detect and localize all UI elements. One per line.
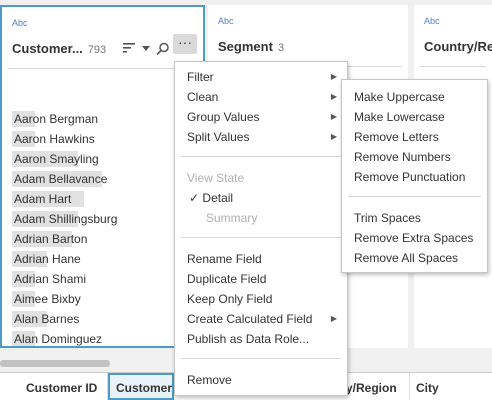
menu-item-label: Create Calculated Field bbox=[187, 312, 313, 326]
submenu-item-remove-extra-spaces[interactable]: Remove Extra Spaces bbox=[354, 231, 473, 245]
menu-divider bbox=[181, 237, 341, 238]
value-label: Adrian Hane bbox=[14, 252, 81, 266]
string-type-icon: Abc bbox=[424, 16, 440, 26]
menu-item-remove[interactable]: Remove bbox=[187, 373, 232, 387]
menu-item-label: Group Values bbox=[187, 110, 260, 124]
value-label: Aaron Hawkins bbox=[14, 132, 95, 146]
field-context-menu: Filter ▶ Clean ▶ Group Values ▶ Split Va… bbox=[174, 61, 348, 396]
submenu-item-make-lowercase[interactable]: Make Lowercase bbox=[354, 110, 445, 124]
submenu-arrow-icon: ▶ bbox=[330, 132, 337, 141]
menu-item-summary[interactable]: Summary bbox=[206, 211, 257, 225]
menu-item-duplicate-field[interactable]: Duplicate Field bbox=[187, 272, 266, 286]
string-type-icon: Abc bbox=[218, 16, 234, 26]
menu-item-label: Filter bbox=[187, 70, 214, 84]
submenu-item-remove-all-spaces[interactable]: Remove All Spaces bbox=[354, 251, 458, 265]
value-label: Adam Shillingsburg bbox=[14, 212, 118, 226]
submenu-item-remove-letters[interactable]: Remove Letters bbox=[354, 130, 439, 144]
field-title: Country/Regi bbox=[424, 39, 492, 54]
menu-divider bbox=[181, 358, 341, 359]
search-icon[interactable] bbox=[156, 42, 170, 56]
menu-item-rename-field[interactable]: Rename Field bbox=[187, 252, 262, 266]
card-divider bbox=[8, 68, 197, 69]
value-label: Alan Barnes bbox=[14, 312, 80, 326]
value-label: Aaron Bergman bbox=[14, 112, 99, 126]
sort-icon[interactable] bbox=[123, 42, 137, 54]
horizontal-scrollbar[interactable] bbox=[0, 360, 110, 367]
submenu-arrow-icon: ▶ bbox=[330, 112, 337, 121]
value-row[interactable]: Adrian Hane bbox=[12, 249, 117, 269]
string-type-icon: Abc bbox=[12, 18, 28, 28]
value-row[interactable]: Alan Dominguez bbox=[12, 329, 117, 346]
menu-item-group-values[interactable]: Group Values bbox=[187, 110, 260, 124]
value-list[interactable]: Aaron Bergman Aaron Hawkins Aaron Smayli… bbox=[12, 109, 117, 346]
value-row[interactable]: Aaron Hawkins bbox=[12, 129, 117, 149]
value-label: Aimee Bixby bbox=[14, 292, 81, 306]
submenu-item-remove-numbers[interactable]: Remove Numbers bbox=[354, 150, 451, 164]
value-row[interactable]: Adam Shillingsburg bbox=[12, 209, 117, 229]
menu-item-filter[interactable]: Filter bbox=[187, 70, 214, 84]
menu-item-keep-only-field[interactable]: Keep Only Field bbox=[187, 292, 272, 306]
chevron-down-icon[interactable] bbox=[142, 46, 150, 52]
menu-divider bbox=[348, 196, 481, 197]
menu-divider bbox=[181, 156, 341, 157]
field-count: 3 bbox=[277, 42, 285, 54]
submenu-arrow-icon: ▶ bbox=[330, 314, 337, 323]
menu-item-split-values[interactable]: Split Values bbox=[187, 130, 249, 144]
field-name: Country/Regi bbox=[424, 39, 492, 54]
field-title: Customer... 793 bbox=[12, 41, 106, 56]
column-header-country-region[interactable]: y/Region bbox=[340, 373, 410, 400]
value-row[interactable]: Adam Bellavance bbox=[12, 169, 117, 189]
menu-item-clean[interactable]: Clean bbox=[187, 90, 218, 104]
menu-item-publish-data-role[interactable]: Publish as Data Role... bbox=[187, 332, 309, 346]
value-label: Adrian Barton bbox=[14, 232, 88, 246]
field-name: Customer... bbox=[12, 41, 83, 56]
menu-item-label: Detail bbox=[202, 191, 234, 205]
submenu-arrow-icon: ▶ bbox=[330, 92, 337, 101]
value-row[interactable]: Aaron Bergman bbox=[12, 109, 117, 129]
column-header-customer-id[interactable]: Customer ID bbox=[20, 373, 108, 400]
value-label: Adam Bellavance bbox=[14, 172, 108, 186]
column-header-customer[interactable]: Customer bbox=[108, 373, 174, 400]
submenu-item-make-uppercase[interactable]: Make Uppercase bbox=[354, 90, 445, 104]
field-name: Segment bbox=[218, 39, 273, 54]
field-count: 793 bbox=[87, 44, 107, 56]
value-row[interactable]: Aaron Smayling bbox=[12, 149, 117, 169]
value-row[interactable]: Alan Barnes bbox=[12, 309, 117, 329]
field-title: Segment 3 bbox=[218, 39, 284, 54]
menu-item-label: Clean bbox=[187, 90, 219, 104]
value-label: Adam Hart bbox=[14, 192, 72, 206]
value-row[interactable]: Adrian Shami bbox=[12, 269, 117, 289]
submenu-arrow-icon: ▶ bbox=[330, 72, 337, 81]
menu-item-label: Split Values bbox=[187, 130, 250, 144]
value-row[interactable]: Adam Hart bbox=[12, 189, 117, 209]
submenu-item-trim-spaces[interactable]: Trim Spaces bbox=[354, 211, 421, 225]
menu-heading-view-state: View State bbox=[187, 171, 245, 185]
value-row[interactable]: Adrian Barton bbox=[12, 229, 117, 249]
menu-item-detail[interactable]: ✓ Detail bbox=[189, 191, 233, 205]
more-options-icon[interactable]: ··· bbox=[173, 34, 197, 54]
menu-item-create-calculated-field[interactable]: Create Calculated Field bbox=[187, 312, 312, 326]
value-row[interactable]: Aimee Bixby bbox=[12, 289, 117, 309]
check-icon: ✓ bbox=[189, 191, 200, 205]
clean-submenu: Make Uppercase Make Lowercase Remove Let… bbox=[341, 79, 488, 273]
submenu-item-remove-punctuation[interactable]: Remove Punctuation bbox=[354, 170, 465, 184]
card-divider bbox=[420, 66, 486, 67]
column-header-city[interactable]: City bbox=[410, 373, 492, 400]
value-label: Aaron Smayling bbox=[14, 152, 99, 166]
value-label: Alan Dominguez bbox=[14, 332, 103, 346]
value-label: Adrian Shami bbox=[14, 272, 87, 286]
